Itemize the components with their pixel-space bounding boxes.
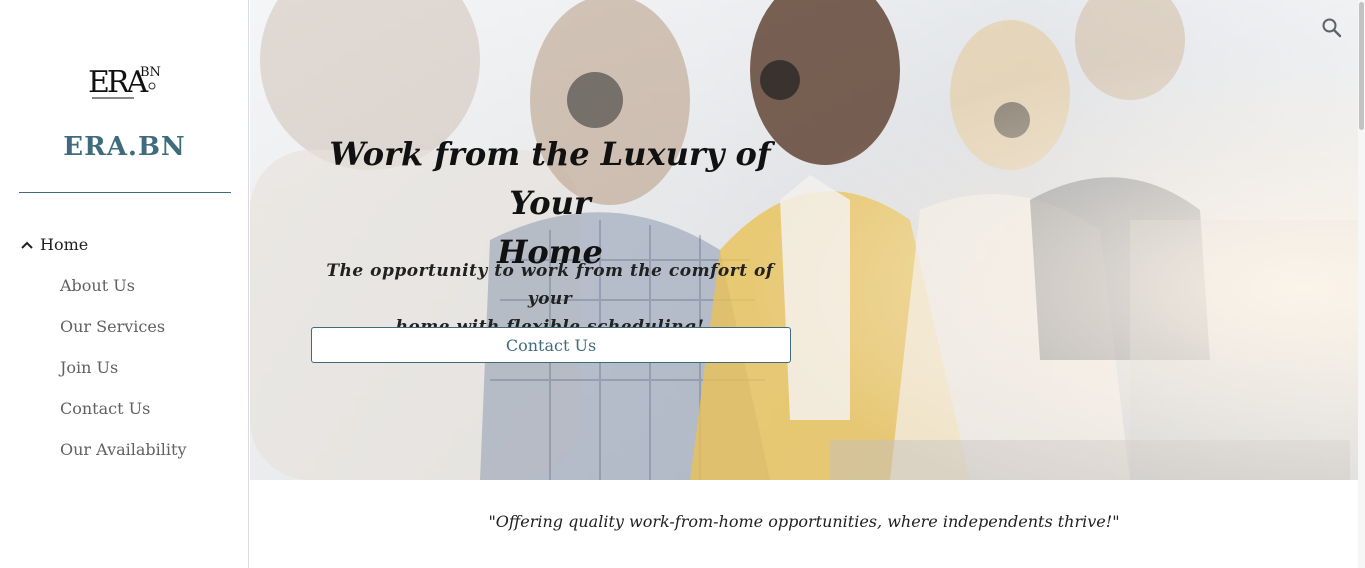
hero-banner: Work from the Luxury of Your Home The op… [250, 0, 1358, 480]
search-icon [1322, 18, 1342, 38]
nav-item-our-availability[interactable]: Our Availability [60, 440, 186, 459]
contact-us-button[interactable]: Contact Us [311, 327, 791, 363]
hero-title-line-1: Work from the Luxury of Your [329, 135, 771, 222]
nav-item-home[interactable]: Home [20, 232, 88, 256]
site-title[interactable]: ERA.BN [0, 132, 249, 162]
nav-item-our-services[interactable]: Our Services [60, 317, 165, 336]
nav-item-about-us[interactable]: About Us [60, 276, 135, 295]
hero-subtitle-line-1: The opportunity to work from the comfort… [326, 261, 774, 309]
nav-item-home-label: Home [40, 234, 89, 254]
chevron-up-icon[interactable] [20, 237, 34, 251]
logo-image: ERA BN [88, 65, 161, 100]
page: ERA BN ERA.BN Home About Us Our Services… [0, 0, 1365, 568]
nav-item-join-us[interactable]: Join Us [60, 358, 118, 377]
hero-title: Work from the Luxury of Your Home [310, 130, 790, 277]
search-button[interactable] [1318, 14, 1346, 42]
tagline-quote: "Offering quality work-from-home opportu… [488, 512, 1120, 531]
site-logo[interactable]: ERA BN [86, 58, 164, 100]
scrollbar-thumb[interactable] [1359, 2, 1364, 130]
nav-item-contact-us[interactable]: Contact Us [60, 399, 150, 418]
sidebar: ERA BN ERA.BN Home About Us Our Services… [0, 0, 249, 568]
sidebar-divider [19, 192, 231, 193]
svg-text:BN: BN [140, 65, 161, 80]
